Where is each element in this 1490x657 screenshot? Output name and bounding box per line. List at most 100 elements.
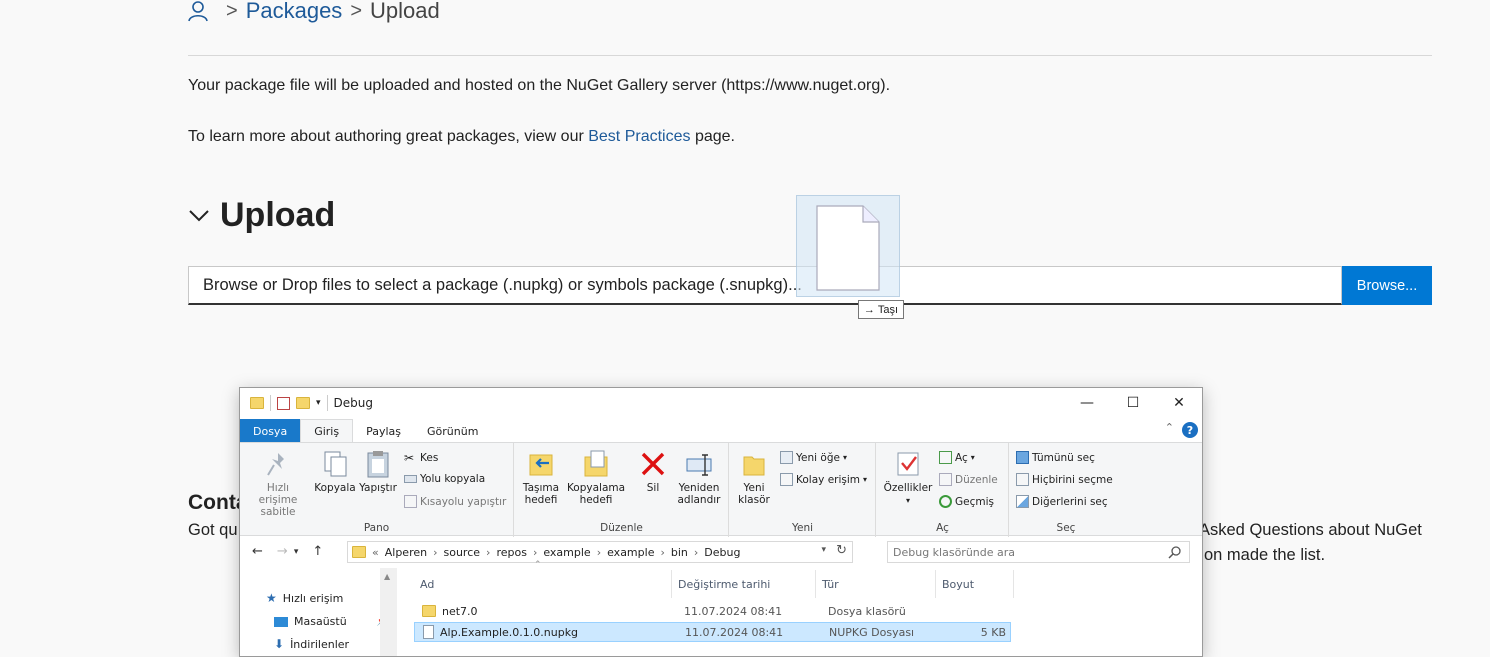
- move-to-icon: [529, 454, 553, 476]
- file-explorer-window[interactable]: ▾ Debug — ☐ ✕ Dosya Giriş Paylaş Görünüm…: [239, 387, 1203, 657]
- up-button[interactable]: ↑: [312, 544, 323, 559]
- nav-desktop[interactable]: Masaüstü 📌: [274, 615, 388, 628]
- copy-button[interactable]: Kopyala: [314, 449, 356, 494]
- search-placeholder: Debug klasöründe ara: [893, 545, 1016, 559]
- browse-button[interactable]: Browse...: [1342, 266, 1432, 305]
- file-row-nupkg[interactable]: Alp.Example.0.1.0.nupkg 11.07.2024 08:41…: [414, 622, 1011, 642]
- edit-button[interactable]: Düzenle: [939, 473, 998, 486]
- minimize-button[interactable]: —: [1064, 388, 1110, 418]
- tab-dosya[interactable]: Dosya: [240, 419, 301, 443]
- best-practices-text: To learn more about authoring great pack…: [188, 128, 735, 145]
- pin-icon: [267, 453, 284, 476]
- new-item-icon: [780, 451, 793, 464]
- download-icon: ⬇: [274, 637, 285, 651]
- maximize-button[interactable]: ☐: [1110, 388, 1156, 418]
- scroll-up-icon[interactable]: ▲: [384, 572, 390, 581]
- new-item-button[interactable]: Yeni öğe ▾: [780, 451, 847, 464]
- history-icon: [939, 495, 952, 508]
- rename-button[interactable]: Yeniden adlandır: [673, 449, 725, 506]
- select-all-icon: [1016, 451, 1029, 464]
- delete-button[interactable]: Sil: [635, 449, 671, 494]
- chevron-right-icon: >: [226, 0, 238, 22]
- new-folder-button[interactable]: Yeni klasör: [734, 449, 774, 506]
- tab-giris[interactable]: Giriş: [300, 419, 354, 443]
- customize-toolbar-icon[interactable]: ▾: [316, 398, 321, 408]
- navigation-pane: ★Hızlı erişim Masaüstü 📌 ⬇İndirilenler: [240, 568, 400, 656]
- star-icon: ★: [266, 591, 277, 605]
- tab-paylas[interactable]: Paylaş: [353, 419, 414, 443]
- folder-icon: [250, 397, 264, 409]
- file-icon: [423, 625, 434, 639]
- path-segment-bin[interactable]: bin: [671, 546, 688, 559]
- recent-locations-button[interactable]: ▾: [294, 547, 299, 559]
- refresh-icon[interactable]: ↻: [836, 543, 847, 558]
- select-all-button[interactable]: Tümünü seç: [1016, 451, 1095, 464]
- invert-selection-button[interactable]: Diğerlerini seç: [1016, 495, 1108, 508]
- path-segment-repos[interactable]: repos: [496, 546, 527, 559]
- ribbon-group-sec: Tümünü seç Hiçbirini seçme Diğerlerini s…: [1010, 443, 1122, 537]
- paste-button[interactable]: Yapıştır: [358, 449, 398, 494]
- chevron-right-icon: >: [350, 0, 362, 22]
- nav-scrollbar[interactable]: ▲: [380, 568, 397, 656]
- column-header-size[interactable]: Boyut: [936, 570, 1014, 598]
- breadcrumb: > Packages > Upload: [188, 0, 440, 24]
- pin-quick-access-button[interactable]: Hızlı erişime sabitle: [246, 449, 310, 518]
- move-to-button[interactable]: Taşıma hedefi: [517, 449, 565, 506]
- file-row-net7[interactable]: net7.0 11.07.2024 08:41 Dosya klasörü: [414, 601, 1011, 621]
- folder-icon: [352, 546, 366, 558]
- easy-access-button[interactable]: Kolay erişim ▾: [780, 473, 867, 486]
- forward-button[interactable]: →: [277, 544, 288, 559]
- delete-icon: [641, 452, 665, 476]
- copy-icon: [324, 451, 347, 477]
- paste-shortcut-button[interactable]: Kısayolu yapıştır: [404, 495, 506, 508]
- upload-section-toggle[interactable]: Upload: [188, 196, 335, 235]
- copy-to-icon: [584, 450, 608, 477]
- path-segment-example[interactable]: example: [543, 546, 590, 559]
- easy-access-icon: [780, 473, 793, 486]
- path-segment-debug[interactable]: Debug: [704, 546, 740, 559]
- column-header-date[interactable]: Değiştirme tarihi: [672, 570, 816, 598]
- best-practices-link[interactable]: Best Practices: [588, 128, 690, 145]
- title-bar[interactable]: ▾ Debug — ☐ ✕: [240, 388, 1202, 418]
- select-none-button[interactable]: Hiçbirini seçme: [1016, 473, 1113, 486]
- properties-icon: [897, 452, 919, 476]
- column-header-type[interactable]: Tür: [816, 570, 936, 598]
- back-button[interactable]: ←: [252, 544, 263, 559]
- nav-downloads[interactable]: ⬇ İndirilenler: [274, 637, 349, 651]
- new-folder-icon[interactable]: [296, 397, 310, 409]
- history-button[interactable]: Geçmiş: [939, 495, 994, 508]
- properties-button[interactable]: Özellikler ▾: [881, 449, 935, 507]
- collapse-ribbon-icon[interactable]: ⌃: [1165, 421, 1174, 434]
- copy-to-button[interactable]: Kopyalama hedefi: [565, 449, 627, 506]
- tab-gorunum[interactable]: Görünüm: [414, 419, 491, 443]
- chevron-down-icon: [189, 209, 209, 221]
- help-icon[interactable]: ?: [1182, 422, 1198, 438]
- ribbon-group-yeni: Yeni klasör Yeni öğe ▾ Kolay erişim ▾ Yeni: [730, 443, 876, 537]
- path-segment-alperen[interactable]: Alperen: [385, 546, 427, 559]
- folder-icon: [743, 456, 765, 476]
- search-box[interactable]: Debug klasöründe ara: [887, 541, 1190, 563]
- properties-icon[interactable]: [277, 396, 290, 410]
- package-drop-zone[interactable]: Browse or Drop files to select a package…: [188, 266, 1342, 305]
- arrow-right-icon: →: [863, 303, 875, 316]
- drag-file-ghost: [796, 195, 900, 297]
- column-header-name[interactable]: ⌃ Ad: [414, 560, 672, 598]
- nav-quick-access[interactable]: ★ Hızlı erişim: [266, 591, 343, 605]
- quick-access-toolbar: ▾: [240, 395, 328, 411]
- path-segment-example-2[interactable]: example: [607, 546, 654, 559]
- ribbon-tabs: Dosya Giriş Paylaş Görünüm ⌃ ?: [240, 419, 1202, 443]
- address-dropdown-icon[interactable]: ▾: [821, 545, 826, 555]
- user-icon[interactable]: [188, 0, 208, 22]
- breadcrumb-current: Upload: [370, 0, 440, 23]
- paste-icon: [367, 451, 389, 478]
- address-bar-row: ← → ▾ ↑ « Alperen › source › repos › exampl…: [240, 537, 1202, 567]
- cut-button[interactable]: ✂ Kes: [404, 451, 438, 465]
- close-button[interactable]: ✕: [1156, 388, 1202, 418]
- path-segment-source[interactable]: source: [444, 546, 481, 559]
- open-button[interactable]: Aç ▾: [939, 451, 975, 464]
- address-path[interactable]: « Alperen › source › repos › example › examp…: [347, 541, 853, 563]
- breadcrumb-packages-link[interactable]: Packages: [246, 0, 343, 24]
- copy-path-button[interactable]: Yolu kopyala: [404, 473, 485, 485]
- faq-text-line2: on made the list.: [1204, 546, 1326, 564]
- desktop-icon: [274, 616, 288, 627]
